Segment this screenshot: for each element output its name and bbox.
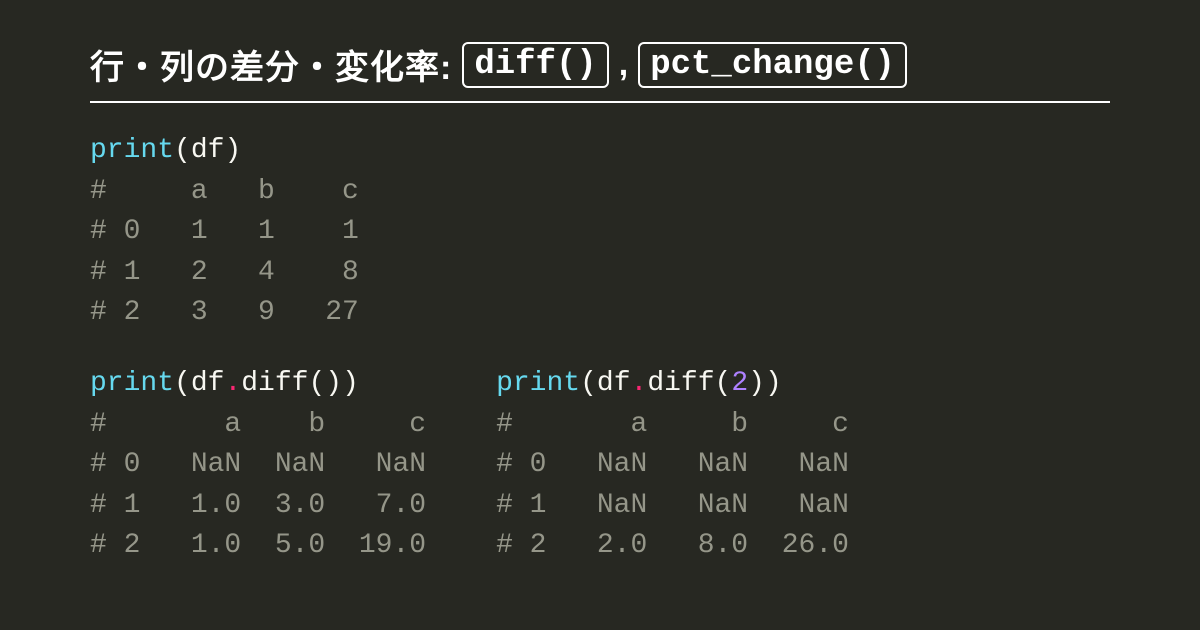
title-comma: , (619, 45, 628, 84)
output-1: # a b c # 0 1 1 1 # 1 2 4 8 # 2 3 9 27 (90, 176, 359, 329)
paren: ) (325, 368, 342, 399)
paren: ) (224, 135, 241, 166)
paren: ( (580, 368, 597, 399)
output-2: # a b c # 0 NaN NaN NaN # 1 1.0 3.0 7.0 … (90, 409, 426, 562)
obj-df: df (597, 368, 631, 399)
method-diff: diff (241, 368, 308, 399)
code-pill-diff: diff() (462, 42, 608, 88)
fn-print: print (90, 368, 174, 399)
fn-print: print (496, 368, 580, 399)
code-block-3: print(df.diff(2)) # a b c # 0 NaN NaN Na… (496, 364, 849, 567)
paren: ) (765, 368, 782, 399)
code-row-2: print(df.diff()) # a b c # 0 NaN NaN NaN… (90, 364, 1110, 597)
page-title: 行・列の差分・変化率: diff() , pct_change() (90, 40, 1110, 103)
code-block-1: print(df) # a b c # 0 1 1 1 # 1 2 4 8 # … (90, 131, 1110, 334)
code-pill-pctchange: pct_change() (638, 42, 907, 88)
title-text: 行・列の差分・変化率: (90, 40, 452, 89)
obj-df: df (191, 368, 225, 399)
paren: ( (174, 368, 191, 399)
paren: ( (174, 135, 191, 166)
paren: ) (342, 368, 359, 399)
paren: ) (748, 368, 765, 399)
paren: ( (715, 368, 732, 399)
output-3: # a b c # 0 NaN NaN NaN # 1 NaN NaN NaN … (496, 409, 849, 562)
dot: . (631, 368, 648, 399)
method-diff: diff (647, 368, 714, 399)
code-block-2: print(df.diff()) # a b c # 0 NaN NaN NaN… (90, 364, 426, 567)
fn-print: print (90, 135, 174, 166)
dot: . (224, 368, 241, 399)
arg-df: df (191, 135, 225, 166)
arg-2: 2 (731, 368, 748, 399)
paren: ( (308, 368, 325, 399)
